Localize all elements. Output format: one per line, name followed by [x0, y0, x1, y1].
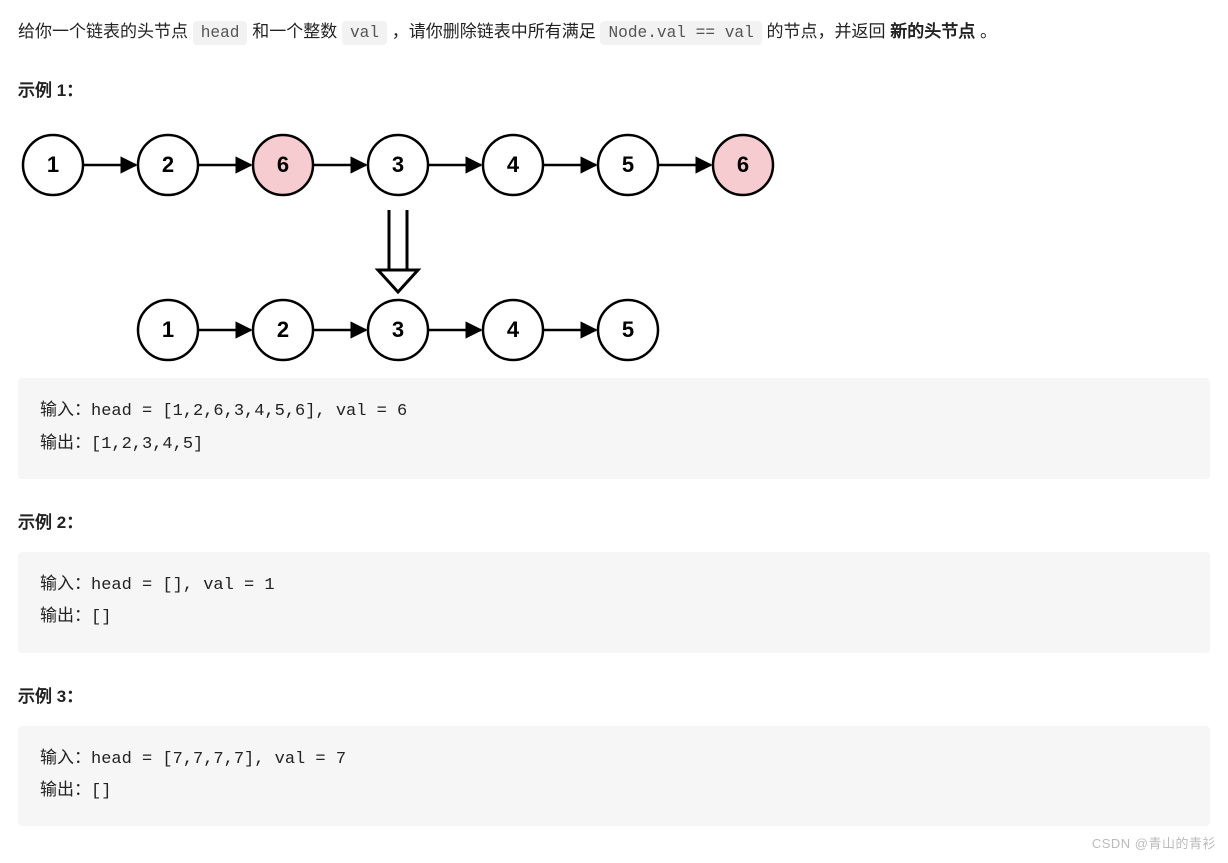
- output-label: 输出：: [40, 782, 91, 801]
- svg-text:3: 3: [392, 152, 404, 177]
- svg-text:3: 3: [392, 317, 404, 342]
- output-label: 输出：: [40, 435, 91, 454]
- example-3-code: 输入：head = [7,7,7,7], val = 7 输出：[]: [18, 726, 1210, 827]
- output-value: []: [91, 782, 111, 801]
- example-2-code: 输入：head = [], val = 1 输出：[]: [18, 552, 1210, 653]
- desc-bold: 新的头节点: [890, 22, 975, 41]
- input-label: 输入：: [40, 576, 91, 595]
- svg-text:2: 2: [162, 152, 174, 177]
- svg-text:4: 4: [507, 152, 520, 177]
- desc-text: 的节点，并返回: [767, 22, 891, 41]
- example-1-code: 输入：head = [1,2,6,3,4,5,6], val = 6 输出：[1…: [18, 378, 1210, 479]
- svg-text:4: 4: [507, 317, 520, 342]
- svg-text:6: 6: [737, 152, 749, 177]
- watermark: CSDN @青山的青衫: [1092, 834, 1216, 855]
- code-head: head: [193, 21, 248, 45]
- linked-list-svg: 1 2 6 3 4 5 6 1 2 3 4 5: [18, 120, 838, 370]
- svg-text:2: 2: [277, 317, 289, 342]
- input-value: head = [1,2,6,3,4,5,6], val = 6: [91, 402, 407, 421]
- linked-list-diagram: 1 2 6 3 4 5 6 1 2 3 4 5: [18, 120, 1210, 378]
- desc-text: 给你一个链表的头节点: [18, 22, 193, 41]
- svg-text:5: 5: [622, 317, 634, 342]
- desc-text: 。: [980, 22, 997, 41]
- svg-text:5: 5: [622, 152, 634, 177]
- input-value: head = [7,7,7,7], val = 7: [91, 750, 346, 769]
- code-condition: Node.val == val: [600, 21, 761, 45]
- desc-text: 和一个整数: [252, 22, 342, 41]
- svg-text:6: 6: [277, 152, 289, 177]
- input-label: 输入：: [40, 750, 91, 769]
- input-value: head = [], val = 1: [91, 576, 275, 595]
- output-value: [1,2,3,4,5]: [91, 435, 203, 454]
- problem-description: 给你一个链表的头节点 head 和一个整数 val ，请你删除链表中所有满足 N…: [18, 18, 1210, 47]
- desc-text: ，请你删除链表中所有满足: [392, 22, 601, 41]
- output-value: []: [91, 608, 111, 627]
- input-label: 输入：: [40, 402, 91, 421]
- example-2-title: 示例 2：: [18, 509, 1210, 536]
- output-label: 输出：: [40, 608, 91, 627]
- example-1-title: 示例 1：: [18, 77, 1210, 104]
- example-3-title: 示例 3：: [18, 683, 1210, 710]
- svg-text:1: 1: [162, 317, 174, 342]
- code-val: val: [342, 21, 387, 45]
- svg-text:1: 1: [47, 152, 59, 177]
